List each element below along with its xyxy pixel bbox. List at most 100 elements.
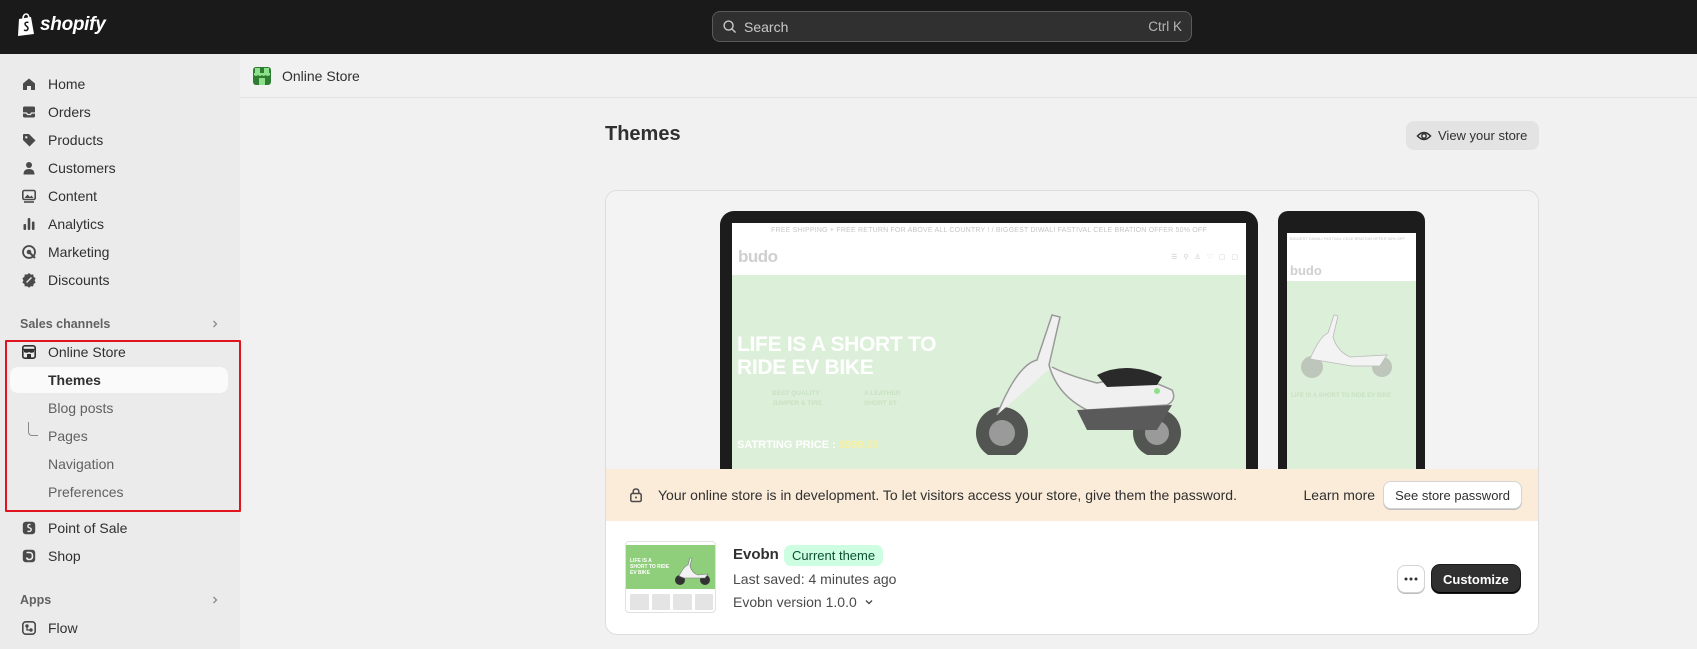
sidebar-item-customers[interactable]: Customers — [10, 155, 228, 181]
sidebar-item-label: Online Store — [48, 344, 126, 360]
preview-price: SATRTING PRICE : $999.00 — [737, 439, 879, 451]
preview-site-header: budo ☰ ⚲ ♙ ♡ ▢ ▢ — [732, 239, 1246, 275]
sales-channels-header[interactable]: Sales channels — [20, 314, 220, 334]
online-store-app-icon — [253, 66, 271, 85]
preview-price-value: $999.00 — [838, 439, 879, 451]
view-store-button[interactable]: View your store — [1406, 121, 1540, 150]
apps-header[interactable]: Apps — [20, 590, 220, 610]
sidebar-item-shop[interactable]: Shop — [10, 543, 228, 569]
sidebar-subitem-label: Blog posts — [48, 400, 114, 416]
sidebar-item-label: Customers — [48, 160, 116, 176]
thumbnail-product-grid — [630, 594, 713, 610]
sidebar-item-label: Flow — [48, 620, 78, 636]
sidebar-item-orders[interactable]: Orders — [10, 99, 228, 125]
sidebar-item-label: Analytics — [48, 216, 105, 232]
home-icon — [20, 75, 38, 93]
lock-icon — [630, 488, 642, 503]
preview-feature-2: A LEATHER SHORT ST — [864, 390, 901, 407]
sidebar-item-label: Point of Sale — [48, 520, 128, 536]
sidebar-item-label: Orders — [48, 104, 91, 120]
shopify-bag-icon — [18, 13, 34, 36]
sidebar-item-label: Content — [48, 188, 98, 204]
sidebar-subitem-preferences[interactable]: Preferences — [10, 479, 228, 505]
theme-thumbnail[interactable]: LIFE IS A SHORT TO RIDE EV BIKE — [625, 541, 716, 613]
current-theme-badge: Current theme — [784, 545, 884, 566]
inbox-icon — [20, 103, 38, 121]
mobile-announcement: BIGGEST DIWALI FASTIVAL CELE BRATION OFF… — [1290, 236, 1405, 241]
mobile-scooter-image — [1301, 314, 1392, 378]
preview-announcement: FREE SHIPPING + FREE RETURN FOR ABOVE AL… — [771, 227, 1207, 234]
mobile-preview-screen: BIGGEST DIWALI FASTIVAL CELE BRATION OFF… — [1287, 233, 1416, 469]
sales-channels-label: Sales channels — [20, 317, 111, 331]
theme-version-label: Evobn version 1.0.0 — [733, 594, 857, 610]
sidebar-item-flow[interactable]: Flow — [10, 615, 228, 641]
sidebar-item-content[interactable]: Content — [10, 183, 228, 209]
person-icon — [20, 159, 38, 177]
sidebar-item-label: Shop — [48, 548, 81, 564]
store-icon — [20, 343, 38, 361]
see-store-password-button[interactable]: See store password — [1383, 481, 1522, 509]
shopify-logo[interactable]: shopify — [16, 13, 106, 37]
sidebar-item-home[interactable]: Home — [10, 71, 228, 97]
desktop-preview-screen: FREE SHIPPING + FREE RETURN FOR ABOVE AL… — [732, 223, 1246, 469]
preview-price-label: SATRTING PRICE : — [737, 439, 836, 451]
chevron-right-icon — [213, 596, 218, 604]
sidebar-item-marketing[interactable]: Marketing — [10, 239, 228, 265]
thumbnail-scooter-image — [675, 557, 710, 585]
scooter-image — [976, 314, 1181, 455]
chevron-right-icon — [213, 320, 218, 328]
sidebar-item-label: Products — [48, 132, 104, 148]
sidebar-item-discounts[interactable]: Discounts — [10, 267, 228, 293]
breadcrumb-label[interactable]: Online Store — [282, 68, 360, 84]
preview-header-icons: ☰ ⚲ ♙ ♡ ▢ ▢ — [1171, 254, 1240, 261]
search-icon — [723, 20, 736, 33]
mobile-brand-logo: budo — [1290, 263, 1322, 278]
more-actions-button[interactable] — [1397, 565, 1425, 593]
mobile-hero-banner: LIFE IS A SHORT TO RIDE EV BIKE — [1287, 281, 1416, 469]
sidebar-item-point-of-sale[interactable]: Point of Sale — [10, 515, 228, 541]
theme-name: Evobn — [733, 546, 779, 563]
sidebar-subitem-themes[interactable]: Themes — [10, 367, 228, 393]
preview-feature-1: BEST QUALITY JUMPER & TIRE — [772, 390, 823, 407]
theme-version-dropdown[interactable]: Evobn version 1.0.0 — [733, 594, 874, 610]
target-icon — [20, 243, 38, 261]
apps-label: Apps — [20, 593, 52, 607]
view-store-label: View your store — [1438, 128, 1528, 143]
sidebar-subitem-label: Pages — [48, 428, 88, 444]
sidebar-subitem-pages[interactable]: Pages — [10, 423, 228, 449]
brand-name: shopify — [40, 14, 106, 35]
mobile-device-frame: BIGGEST DIWALI FASTIVAL CELE BRATION OFF… — [1278, 211, 1425, 469]
shop-icon — [20, 547, 38, 565]
search-shortcut: Ctrl K — [1148, 19, 1182, 34]
desktop-device-frame: FREE SHIPPING + FREE RETURN FOR ABOVE AL… — [720, 211, 1258, 469]
breadcrumb: Online Store — [240, 54, 1697, 98]
development-banner: Your online store is in development. To … — [606, 469, 1538, 521]
theme-row: LIFE IS A SHORT TO RIDE EV BIKE Evobn Cu… — [606, 521, 1538, 634]
theme-preview[interactable]: FREE SHIPPING + FREE RETURN FOR ABOVE AL… — [606, 191, 1538, 469]
sidebar-item-analytics[interactable]: Analytics — [10, 211, 228, 237]
bar-chart-icon — [20, 215, 38, 233]
theme-last-saved: Last saved: 4 minutes ago — [733, 571, 897, 587]
sidebar-item-online-store[interactable]: Online Store — [10, 339, 228, 365]
top-bar: shopify Search Ctrl K — [0, 0, 1697, 54]
sidebar-subitem-label: Preferences — [48, 484, 124, 500]
thumbnail-text: LIFE IS A SHORT TO RIDE EV BIKE — [630, 558, 670, 576]
development-banner-text: Your online store is in development. To … — [658, 487, 1237, 503]
current-theme-card: FREE SHIPPING + FREE RETURN FOR ABOVE AL… — [605, 190, 1539, 635]
sidebar-subitem-blog-posts[interactable]: Blog posts — [10, 395, 228, 421]
page-title: Themes — [605, 123, 681, 145]
sidebar-subitem-navigation[interactable]: Navigation — [10, 451, 228, 477]
sidebar-subitem-label: Navigation — [48, 456, 115, 472]
search-placeholder: Search — [744, 18, 789, 35]
preview-brand-logo: budo — [738, 247, 778, 266]
eye-icon — [1416, 131, 1432, 140]
sidebar-item-label: Marketing — [48, 244, 110, 260]
search-input[interactable]: Search Ctrl K — [712, 11, 1192, 42]
discount-icon — [20, 271, 38, 289]
learn-more-link[interactable]: Learn more — [1304, 487, 1376, 503]
sidebar-item-label: Home — [48, 76, 86, 92]
image-icon — [20, 187, 38, 205]
sidebar-item-products[interactable]: Products — [10, 127, 228, 153]
customize-button[interactable]: Customize — [1432, 565, 1520, 593]
ellipsis-icon — [1404, 577, 1418, 581]
